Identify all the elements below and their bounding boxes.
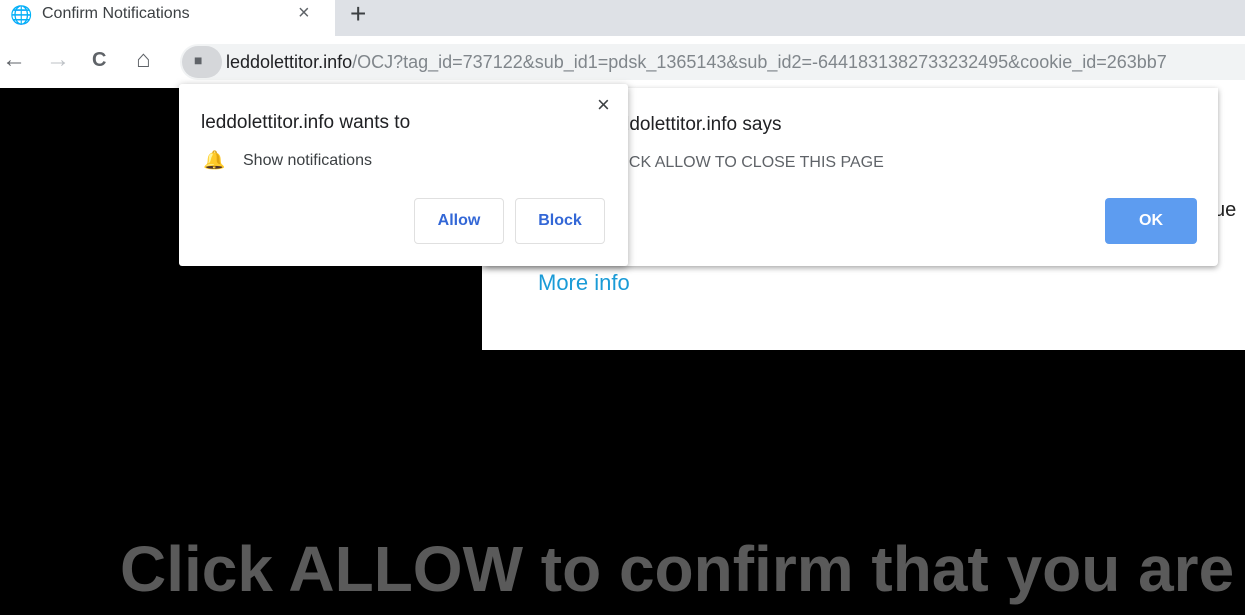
reload-icon[interactable]: C: [92, 49, 106, 72]
allow-button[interactable]: Allow: [414, 198, 504, 244]
permission-item: Show notifications: [243, 152, 372, 169]
new-tab-button[interactable]: +: [350, 0, 366, 30]
forward-icon[interactable]: →: [46, 46, 70, 74]
close-icon[interactable]: ×: [597, 92, 610, 118]
more-info-link[interactable]: More info: [538, 270, 630, 296]
browser-toolbar: ← → C ⌂ ■ leddolettitor.info/OCJ?tag_id=…: [0, 36, 1245, 88]
close-tab-icon[interactable]: ×: [298, 2, 310, 25]
headline: Click ALLOW to confirm that you are: [120, 533, 1235, 605]
home-icon[interactable]: ⌂: [136, 46, 151, 74]
url-text[interactable]: leddolettitor.info/OCJ?tag_id=737122&sub…: [226, 52, 1167, 73]
tab-title: Confirm Notifications: [42, 5, 190, 22]
url-path: /OCJ?tag_id=737122&sub_id1=pdsk_1365143&…: [352, 52, 1167, 72]
block-button[interactable]: Block: [515, 198, 605, 244]
globe-icon: 🌐: [10, 5, 33, 25]
permission-title: leddolettitor.info wants to: [201, 112, 411, 133]
url-host: leddolettitor.info: [226, 52, 353, 72]
tab-strip: 🌐 Confirm Notifications × +: [0, 0, 1245, 36]
alert-title: leddolettitor.info says: [604, 114, 782, 135]
bell-icon: 🔔: [203, 150, 226, 170]
tab-confirm-notifications[interactable]: 🌐 Confirm Notifications ×: [0, 0, 335, 36]
alert-message: CLICK ALLOW TO CLOSE THIS PAGE: [604, 154, 884, 171]
lock-icon: ■: [194, 52, 203, 68]
notification-permission-popup: leddolettitor.info wants to × 🔔 Show not…: [179, 84, 628, 266]
back-icon[interactable]: ←: [2, 46, 26, 74]
ok-button[interactable]: OK: [1105, 198, 1197, 244]
